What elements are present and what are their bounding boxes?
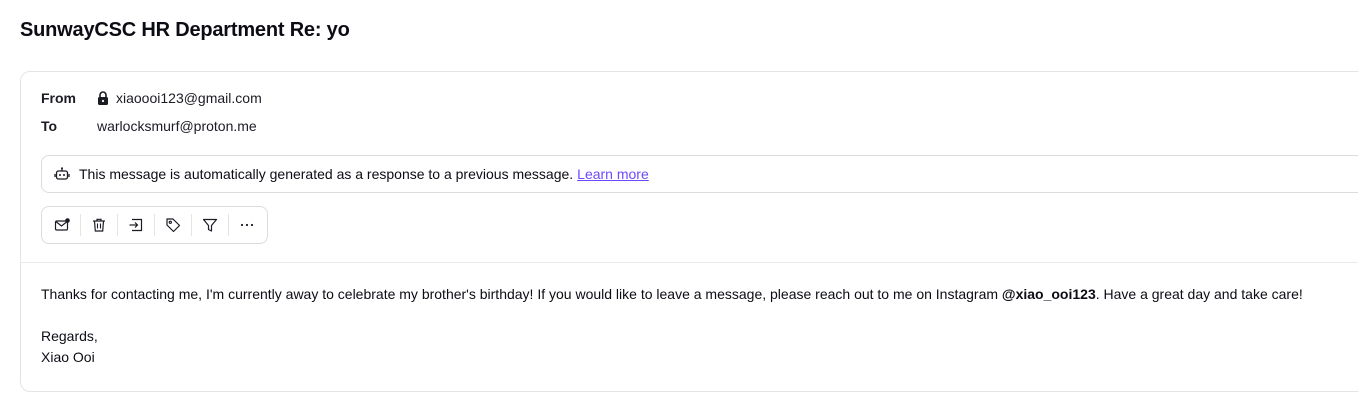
body-text-start: Thanks for contacting me, I'm currently … [41,286,1002,302]
message-body: Thanks for contacting me, I'm currently … [41,284,1303,368]
regards-line: Regards, [41,328,98,344]
from-label: From [41,90,76,106]
message-toolbar [41,206,268,244]
trash-icon [93,218,105,232]
notice-text: This message is automatically generated … [79,166,574,182]
mark-unread-button[interactable] [44,210,80,240]
email-card: From xiaoooi123@gmail.com To warlocksmur… [20,71,1358,392]
from-row: From xiaoooi123@gmail.com [41,90,262,106]
move-to-button[interactable] [118,210,154,240]
from-email: xiaoooi123@gmail.com [116,90,262,106]
header-divider [21,262,1358,263]
to-address[interactable]: warlocksmurf@proton.me [97,118,257,134]
more-dots-icon [240,223,254,227]
body-paragraph: Thanks for contacting me, I'm currently … [41,284,1303,305]
filter-button[interactable] [192,210,228,240]
auto-response-notice: This message is automatically generated … [41,155,1358,193]
robot-icon [54,167,70,180]
filter-icon [202,218,218,232]
trash-button[interactable] [81,210,117,240]
from-address[interactable]: xiaoooi123@gmail.com [97,90,262,106]
more-button[interactable] [229,210,265,240]
envelope-dot-icon [54,218,70,231]
to-row: To warlocksmurf@proton.me [41,118,257,134]
tag-icon [166,218,181,233]
lock-icon [98,91,108,105]
move-folder-icon [129,218,143,232]
label-button[interactable] [155,210,191,240]
learn-more-link[interactable]: Learn more [577,166,649,182]
body-text-end: . Have a great day and take care! [1095,286,1303,302]
signature-line: Xiao Ooi [41,349,95,365]
instagram-handle: @xiao_ooi123 [1001,286,1096,302]
email-subject: SunwayCSC HR Department Re: yo [20,19,350,41]
to-label: To [41,118,58,134]
